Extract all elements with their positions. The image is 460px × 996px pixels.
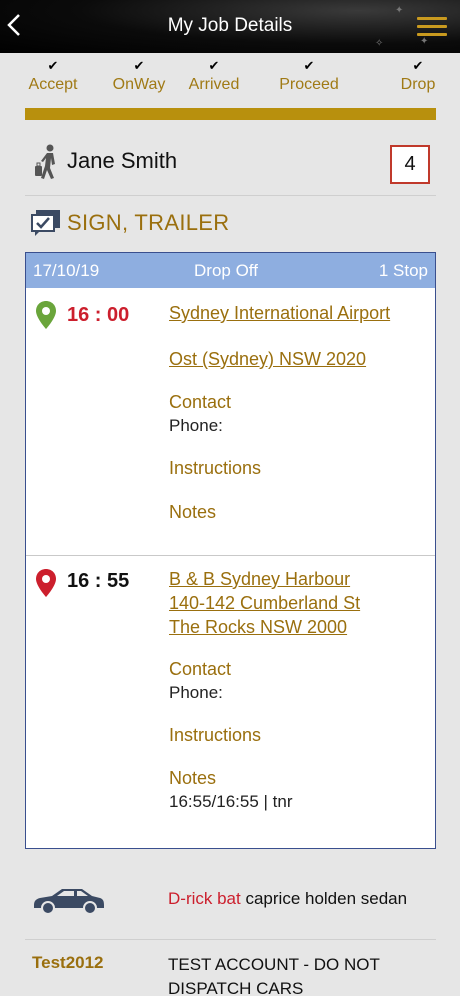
map-pin-icon [36,301,56,329]
sparkle-decoration: ✧ [375,38,384,49]
dropoff-stop: 16 : 55 B & B Sydney Harbour 140-142 Cum… [26,556,435,848]
vehicle-description: D-rick bat caprice holden sedan [168,887,418,910]
dropoff-address-line1[interactable]: B & B Sydney Harbour [169,567,350,591]
account-row: Test2012 TEST ACCOUNT - DO NOT DISPATCH … [25,950,436,996]
step-arrived[interactable]: ✔ Arrived [185,58,243,94]
step-proceed[interactable]: ✔ Proceed [276,58,342,94]
progress-bar [25,108,436,120]
job-card-header: 17/10/19 Drop Off 1 Stop [26,253,435,288]
sign-text: SIGN, TRAILER [67,210,230,235]
check-icon: ✔ [303,58,315,73]
sign-row: SIGN, TRAILER [25,205,436,245]
check-icon: ✔ [412,58,424,73]
page-title: My Job Details [167,15,293,36]
sparkle-decoration: ✦ [420,36,429,47]
vehicle-row: D-rick bat caprice holden sedan [25,875,436,940]
hamburger-icon [417,17,447,20]
pickup-address-line1[interactable]: Sydney International Airport [169,301,390,325]
passenger-name: Jane Smith [67,148,178,173]
job-card: 17/10/19 Drop Off 1 Stop 16 : 00 Sydney … [25,252,436,849]
vehicle-model: caprice holden sedan [245,889,408,908]
check-icon: ✔ [208,58,220,73]
pickup-notes-label: Notes [169,502,217,522]
check-icon: ✔ [47,58,59,73]
menu-button[interactable] [417,17,447,37]
job-type: Drop Off [194,261,258,280]
passenger-row: Jane Smith 4 [25,140,436,196]
pickup-address-line2[interactable]: Ost (Sydney) NSW 2020 [169,347,366,371]
dropoff-notes-label: Notes [169,768,217,788]
pickup-phone-label: Phone: [169,416,223,435]
pickup-time: 16 : 00 [67,304,130,326]
passenger-luggage-icon [35,144,55,179]
dropoff-contact-label: Contact [169,659,232,679]
dropoff-address-line3[interactable]: The Rocks NSW 2000 [169,615,347,639]
status-steps: ✔ Accept ✔ OnWay ✔ Arrived ✔ Proceed ✔ D… [0,58,460,102]
dropoff-time: 16 : 55 [67,570,130,592]
dropoff-notes-value: 16:55/16:55 | tnr [169,792,293,811]
pickup-contact-label: Contact [169,392,232,412]
dropoff-address-line2[interactable]: 140-142 Cumberland St [169,591,360,615]
step-drop[interactable]: ✔ Drop [398,58,438,94]
account-code: Test2012 [32,953,104,972]
dropoff-phone-label: Phone: [169,683,223,702]
pickup-stop: 16 : 00 Sydney International Airport Ost… [26,288,435,556]
account-name: TEST ACCOUNT - DO NOT DISPATCH CARS [168,955,380,996]
step-accept[interactable]: ✔ Accept [25,58,81,94]
pickup-instructions-label: Instructions [169,458,262,478]
top-bar: ✦ ✦ ✧ My Job Details [0,0,460,53]
passenger-count: 4 [390,145,430,184]
check-icon: ✔ [133,58,145,73]
stop-count: 1 Stop [378,261,428,280]
map-pin-icon [36,569,56,597]
driver-name: D-rick bat [168,889,241,908]
job-date: 17/10/19 [33,261,100,280]
dropoff-instructions-label: Instructions [169,725,262,745]
sign-board-icon [31,210,60,236]
step-onway[interactable]: ✔ OnWay [110,58,168,94]
car-icon [34,889,104,915]
